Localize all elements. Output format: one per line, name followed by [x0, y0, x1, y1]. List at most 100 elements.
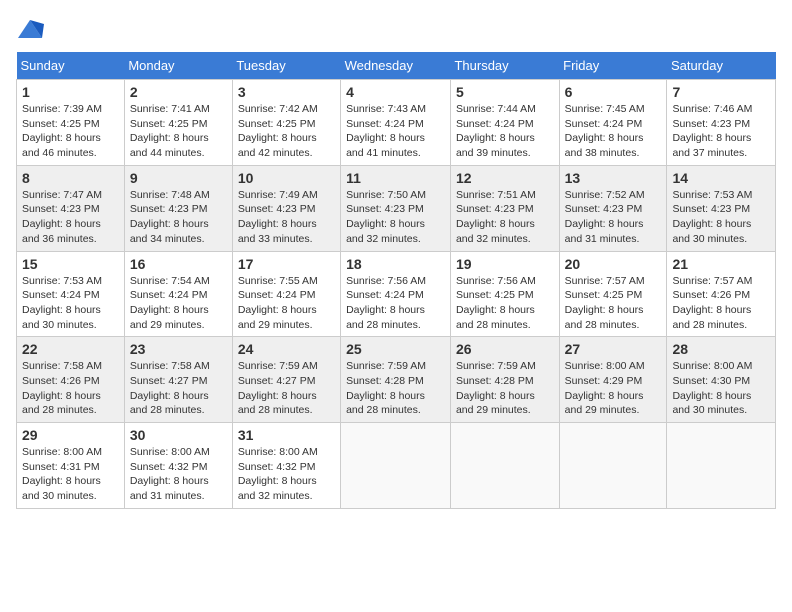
calendar-day-header: Saturday: [667, 52, 776, 80]
day-info: Sunrise: 7:39 AM Sunset: 4:25 PM Dayligh…: [22, 102, 119, 161]
day-number: 30: [130, 427, 227, 443]
day-info: Sunrise: 7:51 AM Sunset: 4:23 PM Dayligh…: [456, 188, 554, 247]
day-number: 12: [456, 170, 554, 186]
day-number: 14: [672, 170, 770, 186]
day-info: Sunrise: 8:00 AM Sunset: 4:30 PM Dayligh…: [672, 359, 770, 418]
day-info: Sunrise: 7:47 AM Sunset: 4:23 PM Dayligh…: [22, 188, 119, 247]
calendar-cell: 17 Sunrise: 7:55 AM Sunset: 4:24 PM Dayl…: [232, 251, 340, 337]
day-info: Sunrise: 7:42 AM Sunset: 4:25 PM Dayligh…: [238, 102, 335, 161]
calendar-cell: 21 Sunrise: 7:57 AM Sunset: 4:26 PM Dayl…: [667, 251, 776, 337]
day-number: 5: [456, 84, 554, 100]
calendar-cell: 24 Sunrise: 7:59 AM Sunset: 4:27 PM Dayl…: [232, 337, 340, 423]
day-info: Sunrise: 7:59 AM Sunset: 4:27 PM Dayligh…: [238, 359, 335, 418]
calendar-cell: 1 Sunrise: 7:39 AM Sunset: 4:25 PM Dayli…: [17, 80, 125, 166]
calendar-cell: 29 Sunrise: 8:00 AM Sunset: 4:31 PM Dayl…: [17, 423, 125, 509]
day-info: Sunrise: 8:00 AM Sunset: 4:29 PM Dayligh…: [565, 359, 662, 418]
calendar-cell: 4 Sunrise: 7:43 AM Sunset: 4:24 PM Dayli…: [341, 80, 451, 166]
calendar-cell: [341, 423, 451, 509]
calendar-cell: 27 Sunrise: 8:00 AM Sunset: 4:29 PM Dayl…: [559, 337, 667, 423]
day-info: Sunrise: 7:53 AM Sunset: 4:23 PM Dayligh…: [672, 188, 770, 247]
day-info: Sunrise: 7:43 AM Sunset: 4:24 PM Dayligh…: [346, 102, 445, 161]
calendar-cell: 20 Sunrise: 7:57 AM Sunset: 4:25 PM Dayl…: [559, 251, 667, 337]
day-info: Sunrise: 7:50 AM Sunset: 4:23 PM Dayligh…: [346, 188, 445, 247]
day-info: Sunrise: 7:56 AM Sunset: 4:24 PM Dayligh…: [346, 274, 445, 333]
calendar-cell: 14 Sunrise: 7:53 AM Sunset: 4:23 PM Dayl…: [667, 165, 776, 251]
calendar-cell: 26 Sunrise: 7:59 AM Sunset: 4:28 PM Dayl…: [450, 337, 559, 423]
day-info: Sunrise: 7:59 AM Sunset: 4:28 PM Dayligh…: [346, 359, 445, 418]
calendar-week-row: 22 Sunrise: 7:58 AM Sunset: 4:26 PM Dayl…: [17, 337, 776, 423]
calendar-cell: 16 Sunrise: 7:54 AM Sunset: 4:24 PM Dayl…: [124, 251, 232, 337]
day-info: Sunrise: 7:46 AM Sunset: 4:23 PM Dayligh…: [672, 102, 770, 161]
calendar-cell: [667, 423, 776, 509]
calendar-day-header: Tuesday: [232, 52, 340, 80]
calendar-day-header: Thursday: [450, 52, 559, 80]
logo: [16, 16, 48, 44]
day-info: Sunrise: 7:48 AM Sunset: 4:23 PM Dayligh…: [130, 188, 227, 247]
calendar-cell: 28 Sunrise: 8:00 AM Sunset: 4:30 PM Dayl…: [667, 337, 776, 423]
day-info: Sunrise: 8:00 AM Sunset: 4:32 PM Dayligh…: [238, 445, 335, 504]
day-number: 10: [238, 170, 335, 186]
day-number: 19: [456, 256, 554, 272]
day-info: Sunrise: 8:00 AM Sunset: 4:32 PM Dayligh…: [130, 445, 227, 504]
calendar-cell: 7 Sunrise: 7:46 AM Sunset: 4:23 PM Dayli…: [667, 80, 776, 166]
day-number: 8: [22, 170, 119, 186]
calendar-table: SundayMondayTuesdayWednesdayThursdayFrid…: [16, 52, 776, 509]
calendar-week-row: 15 Sunrise: 7:53 AM Sunset: 4:24 PM Dayl…: [17, 251, 776, 337]
day-info: Sunrise: 7:56 AM Sunset: 4:25 PM Dayligh…: [456, 274, 554, 333]
calendar-cell: 10 Sunrise: 7:49 AM Sunset: 4:23 PM Dayl…: [232, 165, 340, 251]
day-number: 20: [565, 256, 662, 272]
calendar-week-row: 1 Sunrise: 7:39 AM Sunset: 4:25 PM Dayli…: [17, 80, 776, 166]
calendar-day-header: Wednesday: [341, 52, 451, 80]
calendar-day-header: Friday: [559, 52, 667, 80]
day-number: 7: [672, 84, 770, 100]
calendar-day-header: Monday: [124, 52, 232, 80]
calendar-cell: 11 Sunrise: 7:50 AM Sunset: 4:23 PM Dayl…: [341, 165, 451, 251]
day-number: 21: [672, 256, 770, 272]
calendar-cell: 25 Sunrise: 7:59 AM Sunset: 4:28 PM Dayl…: [341, 337, 451, 423]
calendar-cell: 8 Sunrise: 7:47 AM Sunset: 4:23 PM Dayli…: [17, 165, 125, 251]
calendar-cell: 12 Sunrise: 7:51 AM Sunset: 4:23 PM Dayl…: [450, 165, 559, 251]
day-number: 4: [346, 84, 445, 100]
day-number: 23: [130, 341, 227, 357]
day-number: 11: [346, 170, 445, 186]
calendar-week-row: 8 Sunrise: 7:47 AM Sunset: 4:23 PM Dayli…: [17, 165, 776, 251]
logo-icon: [16, 16, 44, 44]
day-number: 6: [565, 84, 662, 100]
day-number: 16: [130, 256, 227, 272]
calendar-header-row: SundayMondayTuesdayWednesdayThursdayFrid…: [17, 52, 776, 80]
calendar-cell: 31 Sunrise: 8:00 AM Sunset: 4:32 PM Dayl…: [232, 423, 340, 509]
calendar-day-header: Sunday: [17, 52, 125, 80]
calendar-cell: 30 Sunrise: 8:00 AM Sunset: 4:32 PM Dayl…: [124, 423, 232, 509]
day-number: 18: [346, 256, 445, 272]
calendar-cell: 23 Sunrise: 7:58 AM Sunset: 4:27 PM Dayl…: [124, 337, 232, 423]
day-info: Sunrise: 7:57 AM Sunset: 4:25 PM Dayligh…: [565, 274, 662, 333]
day-info: Sunrise: 7:54 AM Sunset: 4:24 PM Dayligh…: [130, 274, 227, 333]
day-number: 15: [22, 256, 119, 272]
day-number: 28: [672, 341, 770, 357]
calendar-cell: 2 Sunrise: 7:41 AM Sunset: 4:25 PM Dayli…: [124, 80, 232, 166]
calendar-cell: [559, 423, 667, 509]
day-info: Sunrise: 7:55 AM Sunset: 4:24 PM Dayligh…: [238, 274, 335, 333]
calendar-cell: 9 Sunrise: 7:48 AM Sunset: 4:23 PM Dayli…: [124, 165, 232, 251]
calendar-cell: 13 Sunrise: 7:52 AM Sunset: 4:23 PM Dayl…: [559, 165, 667, 251]
calendar-week-row: 29 Sunrise: 8:00 AM Sunset: 4:31 PM Dayl…: [17, 423, 776, 509]
day-number: 3: [238, 84, 335, 100]
day-info: Sunrise: 7:49 AM Sunset: 4:23 PM Dayligh…: [238, 188, 335, 247]
day-number: 29: [22, 427, 119, 443]
day-number: 9: [130, 170, 227, 186]
day-info: Sunrise: 7:44 AM Sunset: 4:24 PM Dayligh…: [456, 102, 554, 161]
day-number: 31: [238, 427, 335, 443]
day-info: Sunrise: 7:41 AM Sunset: 4:25 PM Dayligh…: [130, 102, 227, 161]
day-info: Sunrise: 7:59 AM Sunset: 4:28 PM Dayligh…: [456, 359, 554, 418]
page-header: [16, 16, 776, 44]
calendar-cell: 5 Sunrise: 7:44 AM Sunset: 4:24 PM Dayli…: [450, 80, 559, 166]
day-number: 25: [346, 341, 445, 357]
day-number: 1: [22, 84, 119, 100]
day-info: Sunrise: 7:52 AM Sunset: 4:23 PM Dayligh…: [565, 188, 662, 247]
calendar-cell: 3 Sunrise: 7:42 AM Sunset: 4:25 PM Dayli…: [232, 80, 340, 166]
day-number: 26: [456, 341, 554, 357]
day-info: Sunrise: 7:57 AM Sunset: 4:26 PM Dayligh…: [672, 274, 770, 333]
day-number: 13: [565, 170, 662, 186]
calendar-cell: 19 Sunrise: 7:56 AM Sunset: 4:25 PM Dayl…: [450, 251, 559, 337]
day-info: Sunrise: 7:45 AM Sunset: 4:24 PM Dayligh…: [565, 102, 662, 161]
